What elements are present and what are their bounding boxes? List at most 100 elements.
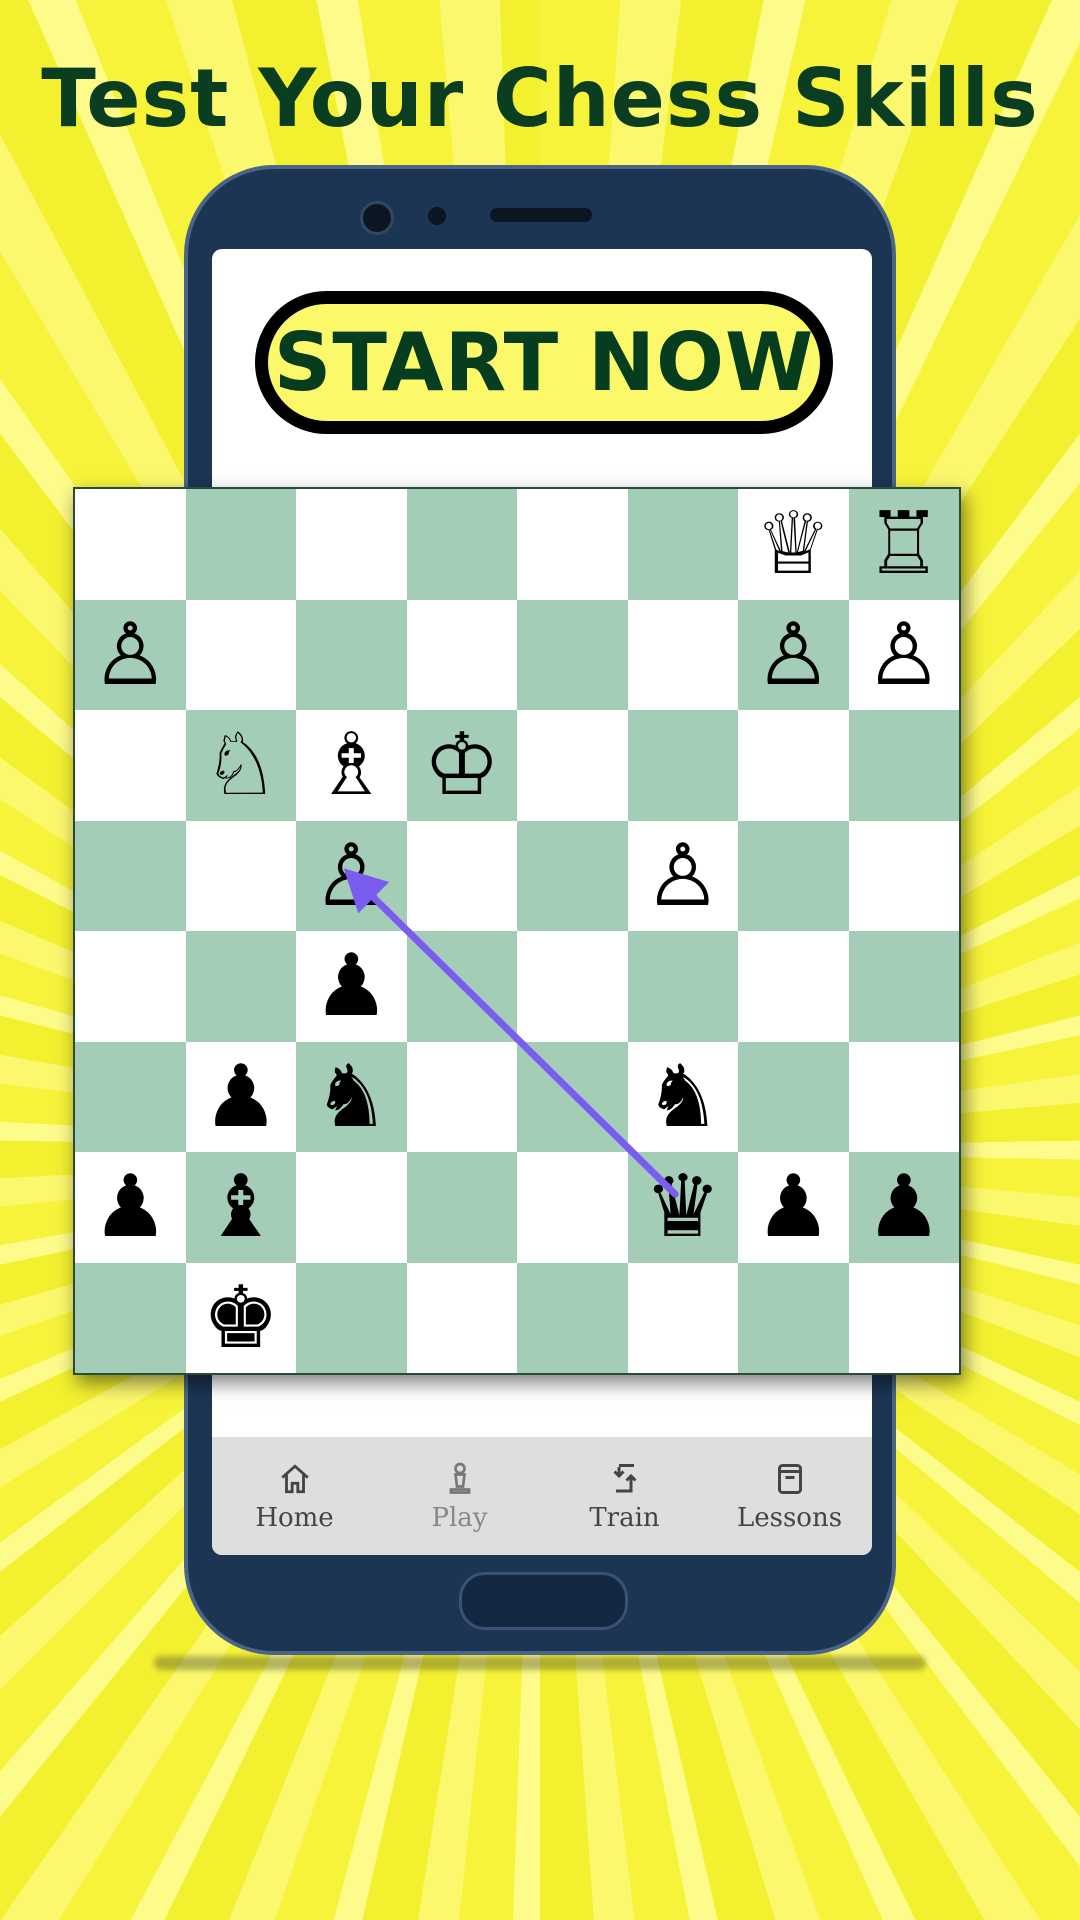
black-queen-piece[interactable]: ♛ — [644, 1164, 721, 1250]
white-rook-piece[interactable]: ♖ — [865, 501, 942, 587]
black-pawn-piece[interactable]: ♟ — [313, 943, 390, 1029]
board-square[interactable] — [848, 1041, 959, 1152]
board-square[interactable] — [185, 489, 296, 600]
board-square[interactable] — [406, 931, 517, 1042]
white-pawn-piece[interactable]: ♙ — [755, 612, 832, 698]
board-square[interactable] — [406, 820, 517, 931]
nav-play-label: Play — [431, 1503, 488, 1533]
black-bishop-piece[interactable]: ♝ — [202, 1164, 279, 1250]
board-square[interactable] — [627, 710, 738, 821]
chess-board[interactable]: ♕ ♖ ♙ ♙ ♙ ♘ ♗ ♔ ♙ ♙ ♟ ♟ ♞ ♞ ♟ ♝ ♛ ♟ ♟ ♚ — [73, 487, 961, 1375]
board-square[interactable]: ♟ — [75, 1152, 186, 1263]
board-square[interactable] — [517, 931, 628, 1042]
board-square[interactable] — [517, 1262, 628, 1373]
board-square[interactable] — [848, 1262, 959, 1373]
board-square[interactable] — [296, 1262, 407, 1373]
board-square[interactable] — [738, 931, 849, 1042]
white-pawn-piece[interactable]: ♙ — [865, 612, 942, 698]
board-square[interactable] — [185, 931, 296, 1042]
black-pawn-piece[interactable]: ♟ — [92, 1164, 169, 1250]
board-square[interactable] — [738, 820, 849, 931]
board-square[interactable]: ♙ — [627, 820, 738, 931]
board-square[interactable] — [406, 1041, 517, 1152]
board-square[interactable]: ♖ — [848, 489, 959, 600]
nav-train-label: Train — [589, 1503, 660, 1533]
black-king-piece[interactable]: ♚ — [202, 1275, 279, 1361]
board-square[interactable] — [627, 489, 738, 600]
black-pawn-piece[interactable]: ♟ — [202, 1054, 279, 1140]
black-knight-piece[interactable]: ♞ — [644, 1054, 721, 1140]
board-square[interactable]: ♘ — [185, 710, 296, 821]
board-square[interactable] — [75, 710, 186, 821]
board-square[interactable] — [75, 931, 186, 1042]
board-square[interactable]: ♔ — [406, 710, 517, 821]
board-square[interactable] — [406, 1152, 517, 1263]
book-icon — [775, 1459, 805, 1499]
board-square[interactable] — [848, 710, 959, 821]
board-square[interactable]: ♗ — [296, 710, 407, 821]
board-square[interactable] — [517, 489, 628, 600]
headline: Test Your Chess Skills — [41, 52, 1039, 145]
board-square[interactable]: ♞ — [627, 1041, 738, 1152]
black-pawn-piece[interactable]: ♟ — [865, 1164, 942, 1250]
board-square[interactable]: ♙ — [75, 599, 186, 710]
board-square[interactable]: ♟ — [848, 1152, 959, 1263]
white-queen-piece[interactable]: ♕ — [755, 501, 832, 587]
board-square[interactable] — [517, 599, 628, 710]
board-square[interactable] — [75, 489, 186, 600]
board-square[interactable]: ♟ — [296, 931, 407, 1042]
nav-lessons[interactable]: Lessons — [707, 1437, 872, 1555]
board-square[interactable]: ♕ — [738, 489, 849, 600]
board-square[interactable]: ♚ — [185, 1262, 296, 1373]
start-now-button[interactable]: START NOW — [255, 291, 833, 434]
board-square[interactable] — [848, 820, 959, 931]
speaker-grille — [490, 208, 592, 222]
board-square[interactable] — [517, 710, 628, 821]
board-square[interactable] — [406, 599, 517, 710]
board-square[interactable]: ♝ — [185, 1152, 296, 1263]
white-pawn-piece[interactable]: ♙ — [644, 833, 721, 919]
board-square[interactable]: ♟ — [738, 1152, 849, 1263]
black-knight-piece[interactable]: ♞ — [313, 1054, 390, 1140]
board-square[interactable] — [738, 710, 849, 821]
board-square[interactable] — [75, 820, 186, 931]
board-square[interactable] — [848, 931, 959, 1042]
nav-home[interactable]: Home — [212, 1437, 377, 1555]
board-square[interactable] — [517, 820, 628, 931]
board-square[interactable] — [738, 1262, 849, 1373]
sensor-dot — [428, 207, 446, 225]
nav-train[interactable]: Train — [542, 1437, 707, 1555]
camera-icon — [360, 201, 394, 235]
board-square[interactable]: ♙ — [738, 599, 849, 710]
home-icon — [278, 1459, 312, 1499]
board-square[interactable] — [75, 1262, 186, 1373]
board-square[interactable] — [185, 599, 296, 710]
board-square[interactable] — [185, 820, 296, 931]
board-square[interactable] — [296, 1152, 407, 1263]
board-square[interactable] — [296, 599, 407, 710]
black-pawn-piece[interactable]: ♟ — [755, 1164, 832, 1250]
board-square[interactable] — [627, 931, 738, 1042]
board-square[interactable] — [406, 1262, 517, 1373]
board-square[interactable] — [627, 599, 738, 710]
white-king-piece[interactable]: ♔ — [423, 722, 500, 808]
board-square[interactable] — [75, 1041, 186, 1152]
nav-lessons-label: Lessons — [736, 1503, 843, 1533]
board-square[interactable]: ♛ — [627, 1152, 738, 1263]
board-square[interactable] — [406, 489, 517, 600]
white-bishop-piece[interactable]: ♗ — [313, 722, 390, 808]
board-square[interactable]: ♞ — [296, 1041, 407, 1152]
board-square[interactable] — [627, 1262, 738, 1373]
board-square[interactable] — [517, 1152, 628, 1263]
white-knight-piece[interactable]: ♘ — [202, 722, 279, 808]
nav-play[interactable]: Play — [377, 1437, 542, 1555]
hardware-home-button — [459, 1572, 628, 1630]
board-square[interactable] — [296, 489, 407, 600]
board-square[interactable]: ♙ — [296, 820, 407, 931]
white-pawn-piece[interactable]: ♙ — [92, 612, 169, 698]
board-square[interactable] — [517, 1041, 628, 1152]
board-square[interactable]: ♙ — [848, 599, 959, 710]
board-square[interactable]: ♟ — [185, 1041, 296, 1152]
board-square[interactable] — [738, 1041, 849, 1152]
white-pawn-piece[interactable]: ♙ — [313, 833, 390, 919]
